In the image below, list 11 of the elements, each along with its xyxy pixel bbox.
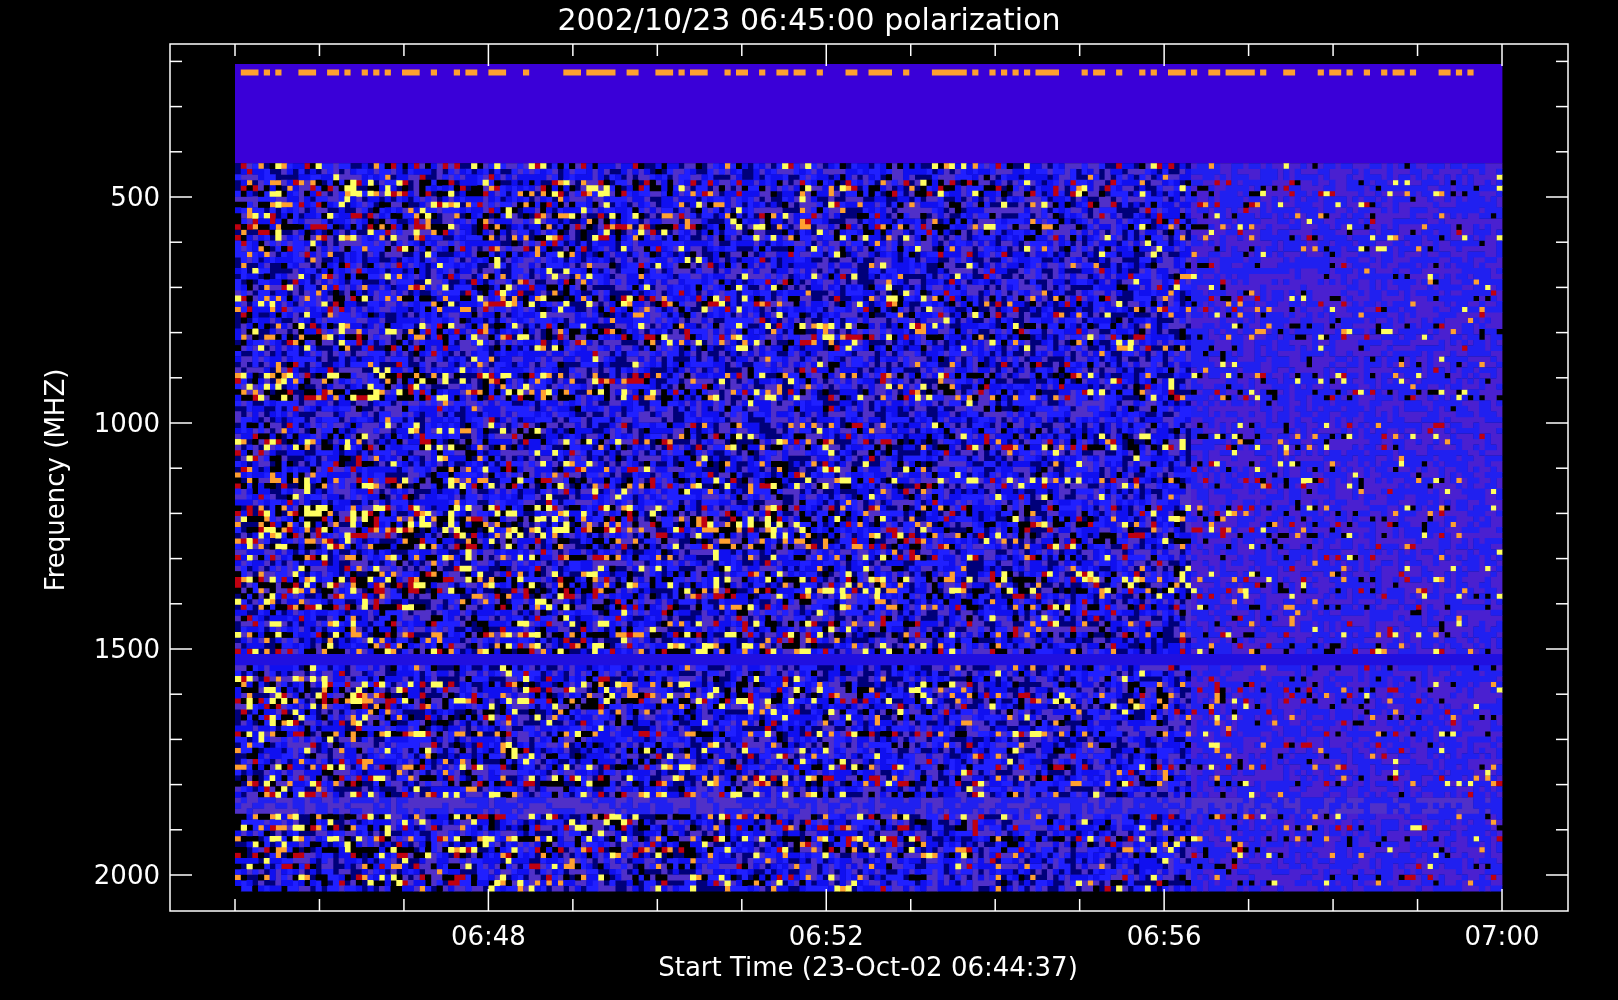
y-tick-label: 2000 [93,860,160,890]
x-axis-label: Start Time (23-Oct-02 06:44:37) [658,952,1078,982]
y-tick-label: 1500 [93,634,160,664]
x-tick-label: 07:00 [1464,921,1540,951]
x-tick-label: 06:56 [1126,921,1202,951]
y-axis-label: Frequency (MHZ) [40,368,70,592]
y-tick-label: 1000 [93,408,160,438]
y-tick-label: 500 [110,182,160,212]
x-tick-label: 06:52 [788,921,864,951]
chart-title: 2002/10/23 06:45:00 polarization [557,2,1061,37]
x-tick-label: 06:48 [450,921,526,951]
